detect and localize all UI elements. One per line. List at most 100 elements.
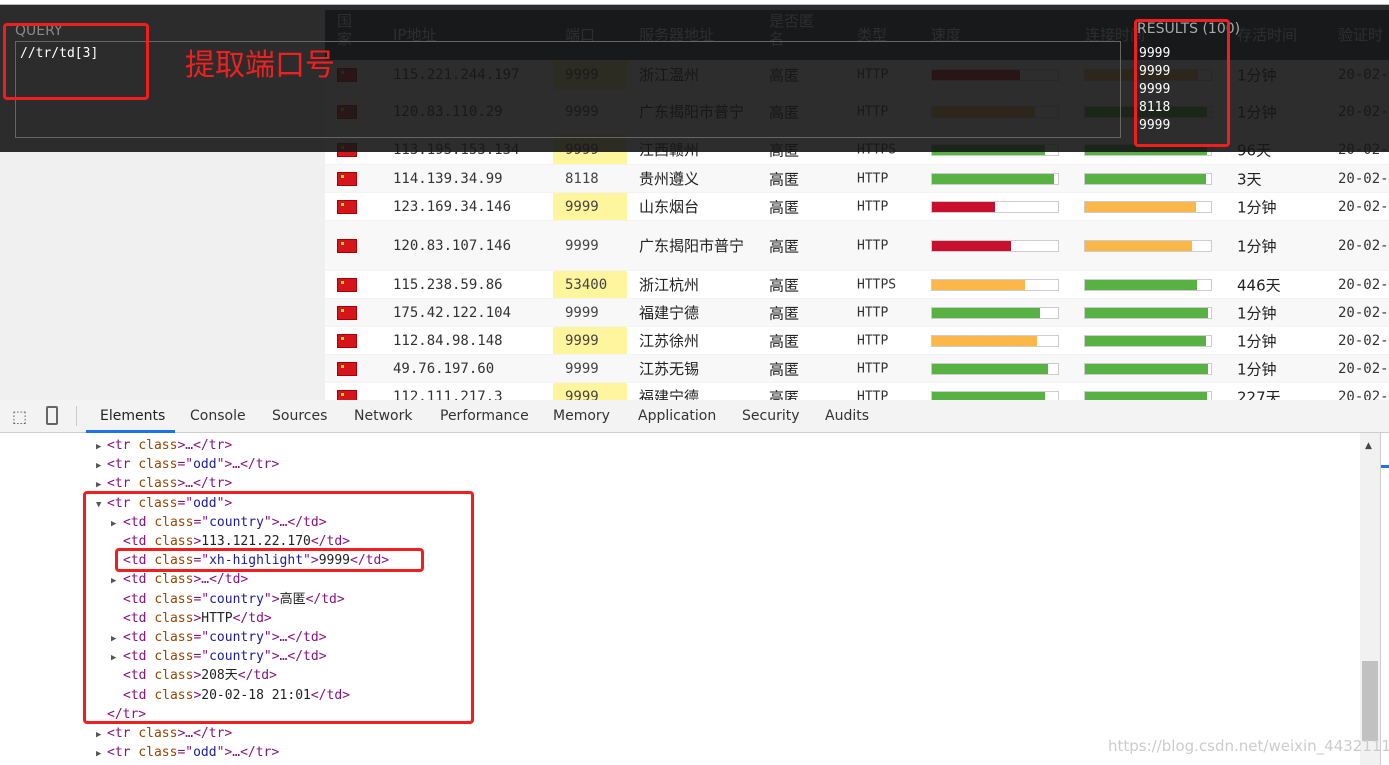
- alive-time-cell: 1分钟: [1237, 332, 1277, 350]
- china-flag-icon: [337, 199, 357, 214]
- alive-time-cell: 446天: [1237, 276, 1281, 294]
- table-row: 120.83.107.146 9999 广东揭阳市普宁 高匿 HTTP 1分钟 …: [325, 221, 1389, 271]
- connect-time-bar: [1084, 239, 1212, 252]
- dom-token: <tr: [107, 457, 139, 473]
- dom-node-line[interactable]: <tr class>…</tr>: [107, 436, 232, 455]
- tab-elements[interactable]: Elements: [100, 408, 165, 424]
- tab-security[interactable]: Security: [742, 408, 800, 424]
- expand-arrow-icon[interactable]: ▶: [96, 745, 101, 764]
- dom-token: ">…</tr>: [216, 745, 280, 761]
- dom-token: ">…</tr>: [216, 457, 280, 473]
- scrollbar-thumb[interactable]: [1362, 661, 1378, 741]
- dom-token: class: [138, 438, 178, 453]
- server-address-cell: 广东揭阳市普宁: [639, 236, 745, 255]
- annotation-box-query: [3, 23, 149, 100]
- port-cell: 8118: [565, 170, 599, 187]
- ip-cell: 49.76.197.60: [393, 360, 495, 377]
- server-address-cell: 福建宁德: [639, 303, 700, 322]
- table-row: 112.111.217.3 9999 福建宁德 高匿 HTTP 227天 20-…: [325, 383, 1389, 400]
- type-cell: HTTP: [857, 361, 889, 376]
- dom-node-line[interactable]: <tr class="odd">…</tr>: [107, 455, 279, 474]
- speed-bar: [931, 278, 1059, 291]
- connect-time-bar: [1084, 200, 1212, 213]
- dom-node-line[interactable]: <tr class>…</tr>: [107, 724, 232, 743]
- tab-application[interactable]: Application: [638, 408, 716, 424]
- tab-performance[interactable]: Performance: [440, 408, 529, 424]
- verify-time-cell: 20-02-: [1338, 198, 1389, 215]
- china-flag-icon: [337, 277, 357, 292]
- connect-time-bar: [1084, 390, 1212, 400]
- alive-time-cell: 1分钟: [1237, 237, 1277, 255]
- type-cell: HTTP: [857, 171, 889, 186]
- device-toolbar-icon[interactable]: [46, 406, 58, 425]
- china-flag-icon: [337, 361, 357, 376]
- ip-cell: 123.169.34.146: [393, 198, 512, 215]
- anonymity-cell: 高匿: [769, 276, 800, 294]
- dom-token: odd: [193, 745, 217, 761]
- dom-token: class: [138, 726, 178, 741]
- scroll-up-arrow-icon[interactable]: ▲: [1365, 441, 1372, 451]
- query-input[interactable]: //tr/td[3]: [15, 41, 1121, 138]
- table-row: 115.238.59.86 53400 浙江杭州 高匿 HTTPS 446天 2…: [325, 271, 1389, 299]
- annotation-box-results: [1134, 19, 1230, 147]
- expand-arrow-icon[interactable]: ▶: [96, 726, 101, 745]
- dom-token: <tr: [107, 726, 139, 741]
- divider: [76, 406, 77, 426]
- annotation-text: 提取端口号: [185, 48, 335, 83]
- tab-sources[interactable]: Sources: [272, 408, 327, 424]
- anonymity-cell: 高匿: [769, 304, 800, 322]
- tab-console[interactable]: Console: [190, 408, 246, 424]
- anonymity-cell: 高匿: [769, 360, 800, 378]
- alive-time-cell: 1分钟: [1237, 304, 1277, 322]
- type-cell: HTTP: [857, 238, 889, 253]
- annotation-box-highlight-td: [115, 548, 424, 572]
- ip-cell: 115.238.59.86: [393, 276, 503, 293]
- alive-time-cell: 227天: [1237, 388, 1281, 400]
- connect-time-bar: [1084, 172, 1212, 185]
- expand-arrow-icon[interactable]: ▶: [96, 457, 101, 476]
- styles-sidebar: [1380, 433, 1389, 765]
- alive-time-cell: 1分钟: [1237, 360, 1277, 378]
- china-flag-icon: [337, 305, 357, 320]
- tab-audits[interactable]: Audits: [825, 408, 869, 424]
- anonymity-cell: 高匿: [769, 388, 800, 400]
- port-cell: 53400: [565, 276, 608, 293]
- table-row: 175.42.122.104 9999 福建宁德 高匿 HTTP 1分钟 20-…: [325, 299, 1389, 327]
- china-flag-icon: [337, 389, 357, 400]
- annotation-box-tr: [83, 491, 474, 724]
- active-tab-indicator: [86, 430, 175, 433]
- tab-network[interactable]: Network: [354, 408, 412, 424]
- verify-time-cell: 20-02-: [1338, 332, 1389, 349]
- expand-arrow-icon[interactable]: ▶: [96, 438, 101, 457]
- verify-time-cell: 20-02-: [1338, 170, 1389, 187]
- ip-cell: 175.42.122.104: [393, 304, 512, 321]
- verify-time-cell: 20-02-: [1338, 237, 1389, 254]
- type-cell: HTTPS: [857, 277, 897, 292]
- table-row: 49.76.197.60 9999 江苏无锡 高匿 HTTP 1分钟 20-02…: [325, 355, 1389, 383]
- dom-node-line[interactable]: <tr class="odd">…</tr>: [107, 743, 279, 762]
- connect-time-bar: [1084, 362, 1212, 375]
- ip-cell: 114.139.34.99: [393, 170, 503, 187]
- speed-bar: [931, 239, 1059, 252]
- verify-time-cell: 20-02-: [1338, 276, 1389, 293]
- table-row: 123.169.34.146 9999 山东烟台 高匿 HTTP 1分钟 20-…: [325, 193, 1389, 221]
- connect-time-bar: [1084, 334, 1212, 347]
- server-address-cell: 江苏无锡: [639, 359, 700, 378]
- speed-bar: [931, 362, 1059, 375]
- anonymity-cell: 高匿: [769, 237, 800, 255]
- port-cell: 9999: [565, 304, 599, 321]
- anonymity-cell: 高匿: [769, 332, 800, 350]
- elements-scrollbar[interactable]: ▲: [1360, 433, 1380, 765]
- tab-memory[interactable]: Memory: [553, 408, 610, 424]
- speed-bar: [931, 306, 1059, 319]
- server-address-cell: 福建宁德: [639, 387, 700, 401]
- ip-cell: 112.84.98.148: [393, 332, 503, 349]
- type-cell: HTTP: [857, 305, 889, 320]
- dom-token: class: [138, 745, 178, 761]
- china-flag-icon: [337, 171, 357, 186]
- type-cell: HTTP: [857, 389, 889, 400]
- dom-token: =": [177, 457, 194, 473]
- inspect-element-icon[interactable]: ⬚: [12, 407, 27, 426]
- dom-token: <tr: [107, 438, 139, 453]
- dom-token: =": [177, 745, 194, 761]
